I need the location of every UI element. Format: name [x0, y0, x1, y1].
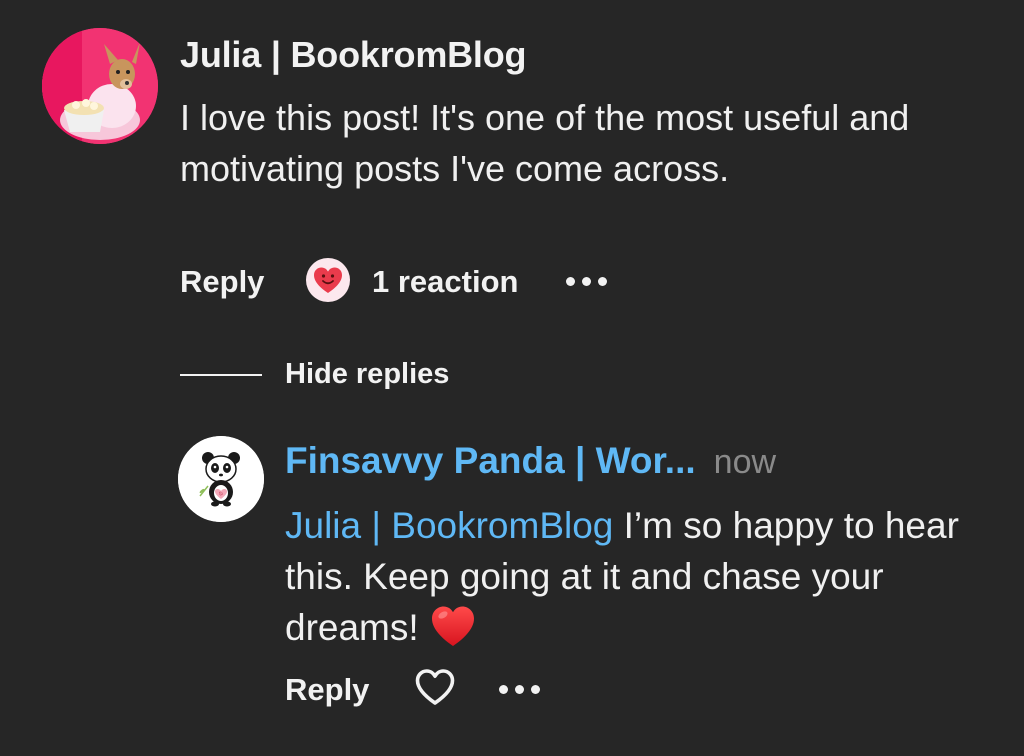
more-dots-icon[interactable] — [497, 683, 543, 697]
divider-line — [180, 374, 262, 376]
avatar[interactable]: fp — [178, 436, 264, 522]
avatar[interactable] — [42, 28, 158, 144]
comment-actions: Reply 1 reaction — [180, 258, 680, 304]
mention-link[interactable]: Julia | BookromBlog — [285, 505, 613, 546]
hide-replies-label: Hide replies — [285, 358, 450, 390]
red-heart-emoji — [429, 604, 477, 648]
comment-thread: Julia | BookromBlog I love this post! It… — [0, 0, 1024, 756]
reply-text: Julia | BookromBlog I’m so happy to hear… — [285, 500, 985, 653]
avatar-photo — [42, 28, 158, 144]
hide-replies-button[interactable]: Hide replies — [180, 356, 500, 396]
more-dots-icon[interactable] — [564, 275, 610, 289]
reply-author[interactable]: Finsavvy Panda | Wor... — [285, 440, 696, 481]
heart-outline-icon[interactable] — [413, 666, 457, 708]
comment-author[interactable]: Julia | BookromBlog — [180, 34, 527, 76]
panda-avatar-icon: fp — [178, 436, 264, 522]
reply-header: Finsavvy Panda | Wor... now — [285, 440, 776, 482]
reply-button[interactable]: Reply — [180, 264, 264, 300]
reply-timestamp: now — [713, 443, 777, 481]
reaction-count[interactable]: 1 reaction — [372, 264, 518, 300]
svg-text:fp: fp — [219, 491, 223, 496]
reply-actions: Reply — [285, 664, 605, 714]
reply-button[interactable]: Reply — [285, 672, 369, 708]
comment-text: I love this post! It's one of the most u… — [180, 97, 910, 189]
smiling-heart-face-icon[interactable] — [306, 258, 350, 302]
